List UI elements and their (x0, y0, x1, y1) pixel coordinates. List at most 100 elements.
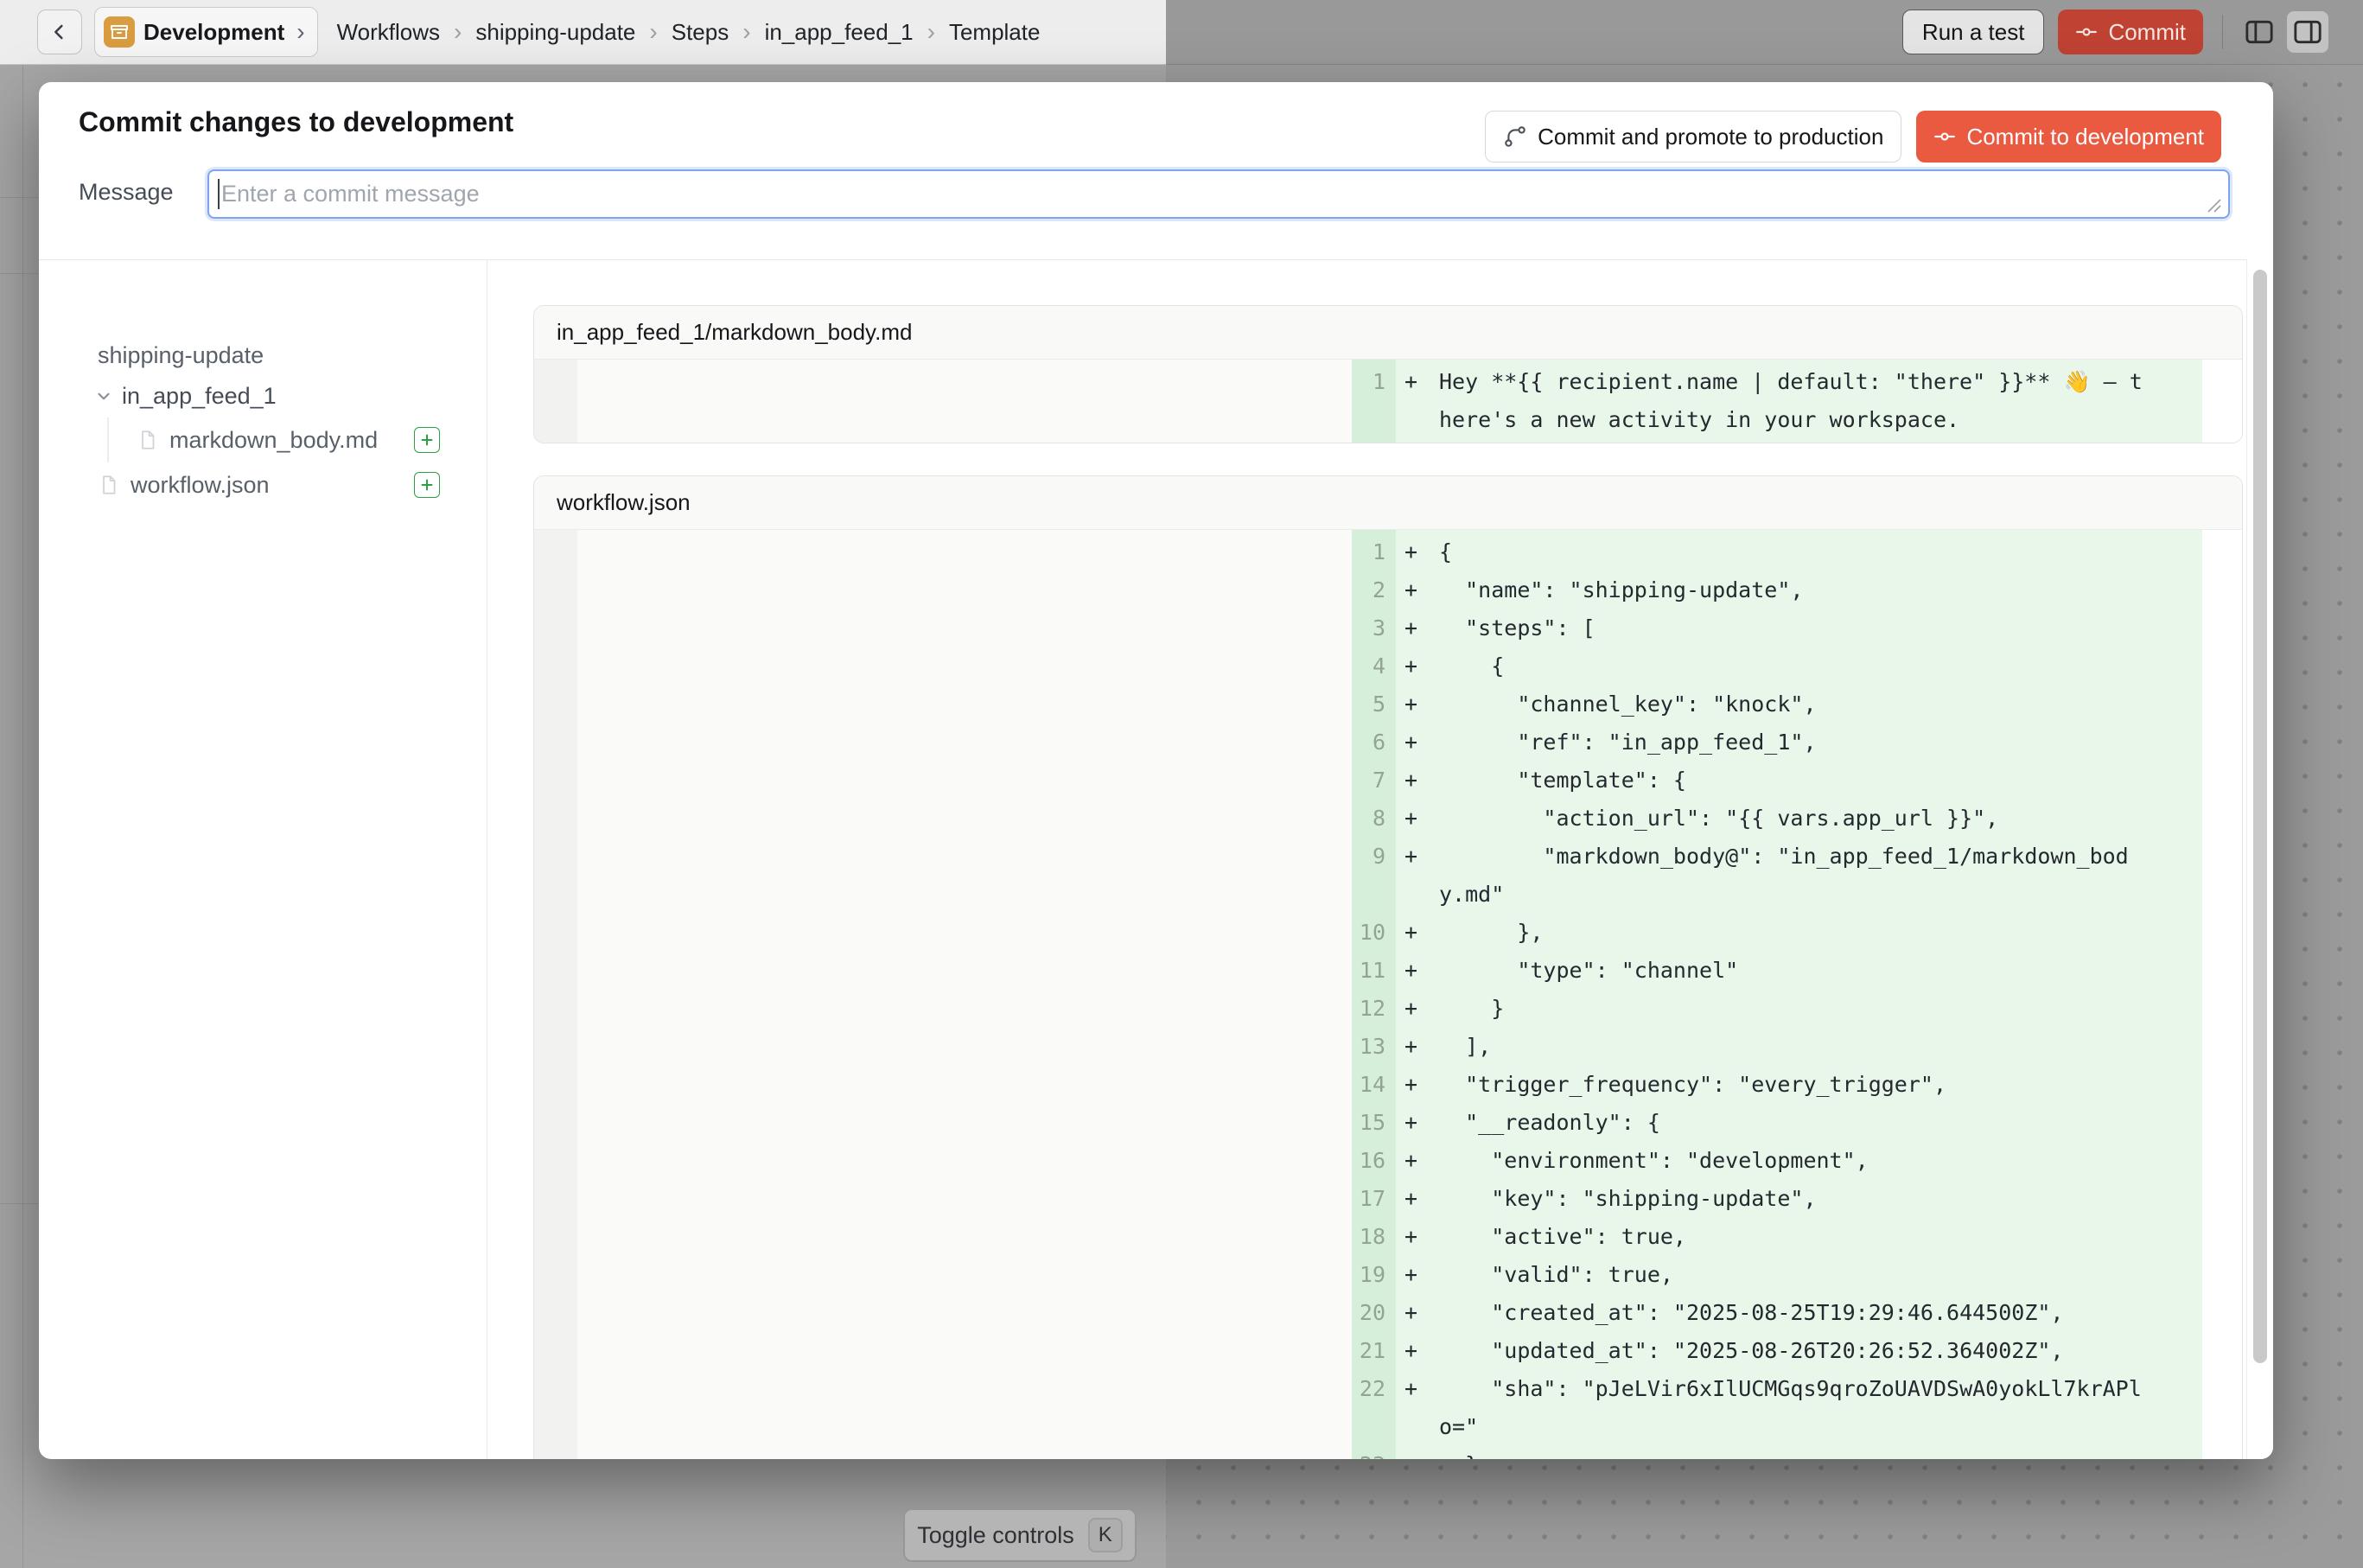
diff-old-content (577, 609, 1352, 647)
diff-add-sign: + (1396, 571, 1439, 609)
environment-selector[interactable]: Development › (94, 7, 318, 57)
diff-line: 7 + "template": { (534, 762, 2242, 800)
diff-new-content: + "updated_at": "2025-08-26T20:26:52.364… (1396, 1332, 2202, 1370)
diff-file-header: workflow.json (534, 476, 2242, 530)
diff-right-gutter (2202, 1066, 2242, 1104)
diff-add-sign: + (1396, 647, 1439, 685)
diff-new-content: + "channel_key": "knock", (1396, 685, 2202, 723)
diff-line-text: "ref": "in_app_feed_1", (1439, 723, 2155, 762)
diff-line: 3 + "steps": [ (534, 609, 2242, 647)
modal-scrollbar-track[interactable] (2246, 259, 2273, 1459)
diff-right-gutter (2202, 609, 2242, 647)
diff-line-text: "valid": true, (1439, 1256, 2155, 1294)
background-panel-line (0, 273, 39, 274)
toggle-right-panel-button[interactable] (2287, 11, 2328, 53)
diff-line: 1 +Hey **{{ recipient.name | default: "t… (534, 363, 2242, 439)
diff-line-text: "type": "channel" (1439, 952, 2155, 990)
plus-icon (419, 477, 435, 493)
diff-old-content (577, 1104, 1352, 1142)
diff-line-text: "sha": "pJeLVir6xIlUCMGqs9qroZoUAVDSwA0y… (1439, 1370, 2155, 1446)
breadcrumb-item[interactable]: in_app_feed_1 › (765, 18, 949, 46)
toggle-controls-button[interactable]: Toggle controls K (903, 1508, 1137, 1562)
diff-old-gutter (534, 1446, 577, 1459)
environment-icon (104, 16, 135, 48)
diff-old-gutter (534, 952, 577, 990)
diff-right-gutter (2202, 1370, 2242, 1446)
archive-box-icon (109, 22, 130, 42)
diff-old-gutter (534, 800, 577, 838)
diff-add-sign: + (1396, 363, 1439, 401)
added-file-badge (414, 427, 440, 453)
toggle-left-panel-button[interactable] (2239, 11, 2280, 53)
diff-add-sign: + (1396, 1142, 1439, 1180)
diff-old-content (577, 838, 1352, 914)
diff-line-text: } (1439, 1446, 2155, 1459)
commit-button-topbar[interactable]: Commit (2058, 10, 2203, 54)
diff-line: 8 + "action_url": "{{ vars.app_url }}", (534, 800, 2242, 838)
diff-right-gutter (2202, 800, 2242, 838)
diff-line: 12 + } (534, 990, 2242, 1028)
modal-scrollbar-thumb[interactable] (2253, 270, 2267, 1363)
diff-add-sign: + (1396, 952, 1439, 990)
breadcrumb-item[interactable]: Template › (949, 19, 1041, 46)
commit-message-input[interactable] (207, 169, 2230, 219)
diff-add-sign: + (1396, 1370, 1439, 1408)
diff-line: 4 + { (534, 647, 2242, 685)
diff-right-gutter (2202, 363, 2242, 439)
diff-line-number: 1 (1352, 363, 1396, 439)
diff-add-sign: + (1396, 1218, 1439, 1256)
diff-old-gutter (534, 609, 577, 647)
diff-line: 19 + "valid": true, (534, 1256, 2242, 1294)
diff-old-gutter (534, 533, 577, 571)
diff-line-text: "updated_at": "2025-08-26T20:26:52.36400… (1439, 1332, 2155, 1370)
diff-right-gutter (2202, 990, 2242, 1028)
diff-line-number: 12 (1352, 990, 1396, 1028)
textarea-resize-grip[interactable] (2205, 196, 2224, 215)
diff-line-text: "key": "shipping-update", (1439, 1180, 2155, 1218)
diff-body: 1 +{ 2 + "name": "shipping-update", (534, 530, 2242, 1459)
breadcrumb-item[interactable]: Workflows › (337, 18, 476, 46)
diff-line-text: "created_at": "2025-08-25T19:29:46.64450… (1439, 1294, 2155, 1332)
diff-line-text: "channel_key": "knock", (1439, 685, 2155, 723)
tree-file-workflow-json[interactable]: workflow.json (98, 462, 440, 507)
tree-workflow-root: shipping-update (98, 336, 440, 374)
diff-add-sign: + (1396, 1256, 1439, 1294)
commit-and-promote-button[interactable]: Commit and promote to production (1485, 111, 1901, 163)
diff-new-content: +{ (1396, 533, 2202, 571)
toolbar-divider (2222, 15, 2223, 49)
diff-old-content (577, 571, 1352, 609)
diff-right-gutter (2202, 1256, 2242, 1294)
diff-old-content (577, 533, 1352, 571)
diff-new-content: +Hey **{{ recipient.name | default: "the… (1396, 363, 2202, 439)
breadcrumb-separator: › (927, 18, 935, 46)
commit-to-development-button[interactable]: Commit to development (1916, 111, 2221, 163)
diff-line: 13 + ], (534, 1028, 2242, 1066)
diff-line-number: 14 (1352, 1066, 1396, 1104)
diff-line-text: "steps": [ (1439, 609, 2155, 647)
diff-add-sign: + (1396, 685, 1439, 723)
diff-line-number: 13 (1352, 1028, 1396, 1066)
diff-right-gutter (2202, 647, 2242, 685)
diff-filename: in_app_feed_1/markdown_body.md (557, 319, 912, 345)
diff-add-sign: + (1396, 1332, 1439, 1370)
diff-line-number: 9 (1352, 838, 1396, 914)
back-button[interactable] (37, 10, 82, 54)
diff-add-sign: + (1396, 1066, 1439, 1104)
breadcrumb-item[interactable]: shipping-update › (475, 18, 671, 46)
breadcrumb-item[interactable]: Steps › (672, 18, 765, 46)
diff-line-text: "name": "shipping-update", (1439, 571, 2155, 609)
diff-old-gutter (534, 1218, 577, 1256)
diff-new-content: + "markdown_body@": "in_app_feed_1/markd… (1396, 838, 2202, 914)
diff-line: 15 + "__readonly": { (534, 1104, 2242, 1142)
diff-old-content (577, 1180, 1352, 1218)
diff-line: 17 + "key": "shipping-update", (534, 1180, 2242, 1218)
plus-icon (419, 432, 435, 448)
diff-line: 10 + }, (534, 914, 2242, 952)
diff-line-text: } (1439, 990, 2155, 1028)
diff-new-content: + { (1396, 647, 2202, 685)
environment-name: Development (143, 19, 284, 46)
run-a-test-button[interactable]: Run a test (1902, 10, 2045, 54)
tree-step-in-app-feed[interactable]: in_app_feed_1 (92, 374, 440, 417)
tree-file-markdown-body[interactable]: markdown_body.md (137, 417, 440, 462)
diff-line: 6 + "ref": "in_app_feed_1", (534, 723, 2242, 762)
